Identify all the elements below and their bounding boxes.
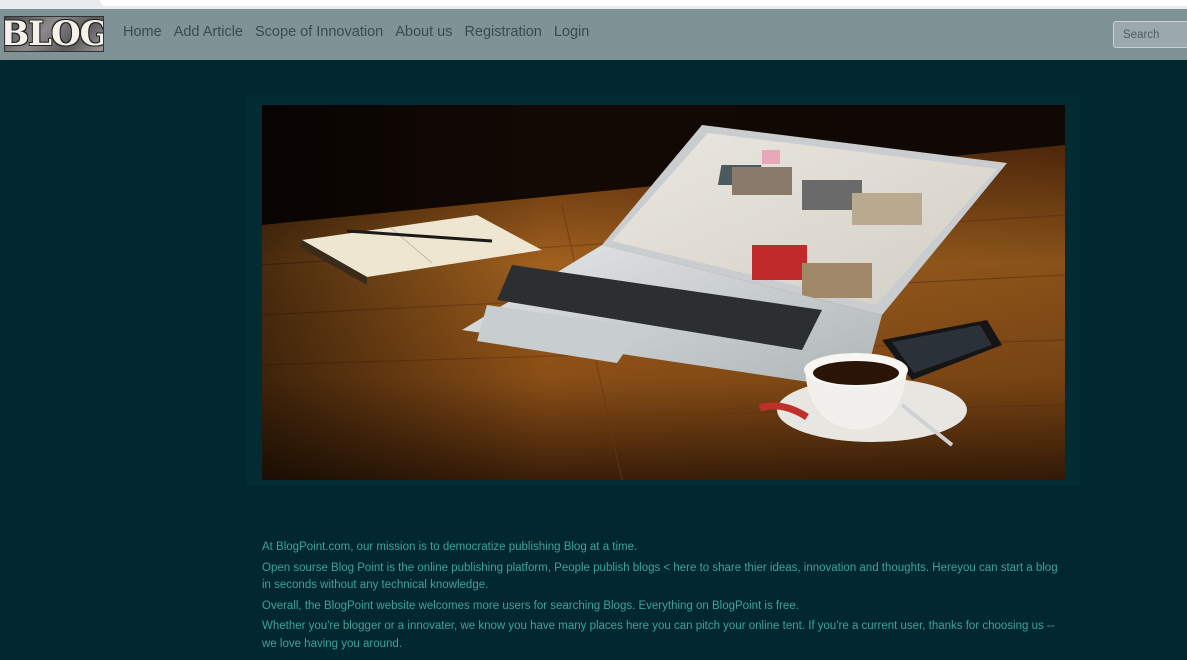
nav-link-scope-of-innovation[interactable]: Scope of Innovation <box>255 20 383 44</box>
nav-link-add-article[interactable]: Add Article <box>174 20 243 44</box>
welcome-paragraph: Overall, the BlogPoint website welcomes … <box>262 599 799 612</box>
search-input[interactable] <box>1113 21 1187 48</box>
mission-paragraph: At BlogPoint.com, our mission is to demo… <box>262 541 638 553</box>
nav-link-registration[interactable]: Registration <box>464 20 541 44</box>
nav-link-login[interactable]: Login <box>554 20 589 44</box>
about-paragraph: Open sourse Blog Point is the online pub… <box>262 561 1058 592</box>
blog-logo[interactable]: BLOG <box>4 16 104 52</box>
browser-address-area <box>100 0 1187 6</box>
nav-links: Home Add Article Scope of Innovation Abo… <box>123 20 601 44</box>
hero-image <box>262 105 1065 480</box>
audience-paragraph: Whether you're blogger or a innovater, w… <box>262 620 1055 650</box>
mission-text: At BlogPoint.com, our mission is to demo… <box>262 539 1062 656</box>
nav-link-home[interactable]: Home <box>123 20 162 44</box>
nav-link-about-us[interactable]: About us <box>395 20 452 44</box>
logo-text: BLOG <box>4 16 104 52</box>
browser-top-strip <box>0 0 1187 9</box>
